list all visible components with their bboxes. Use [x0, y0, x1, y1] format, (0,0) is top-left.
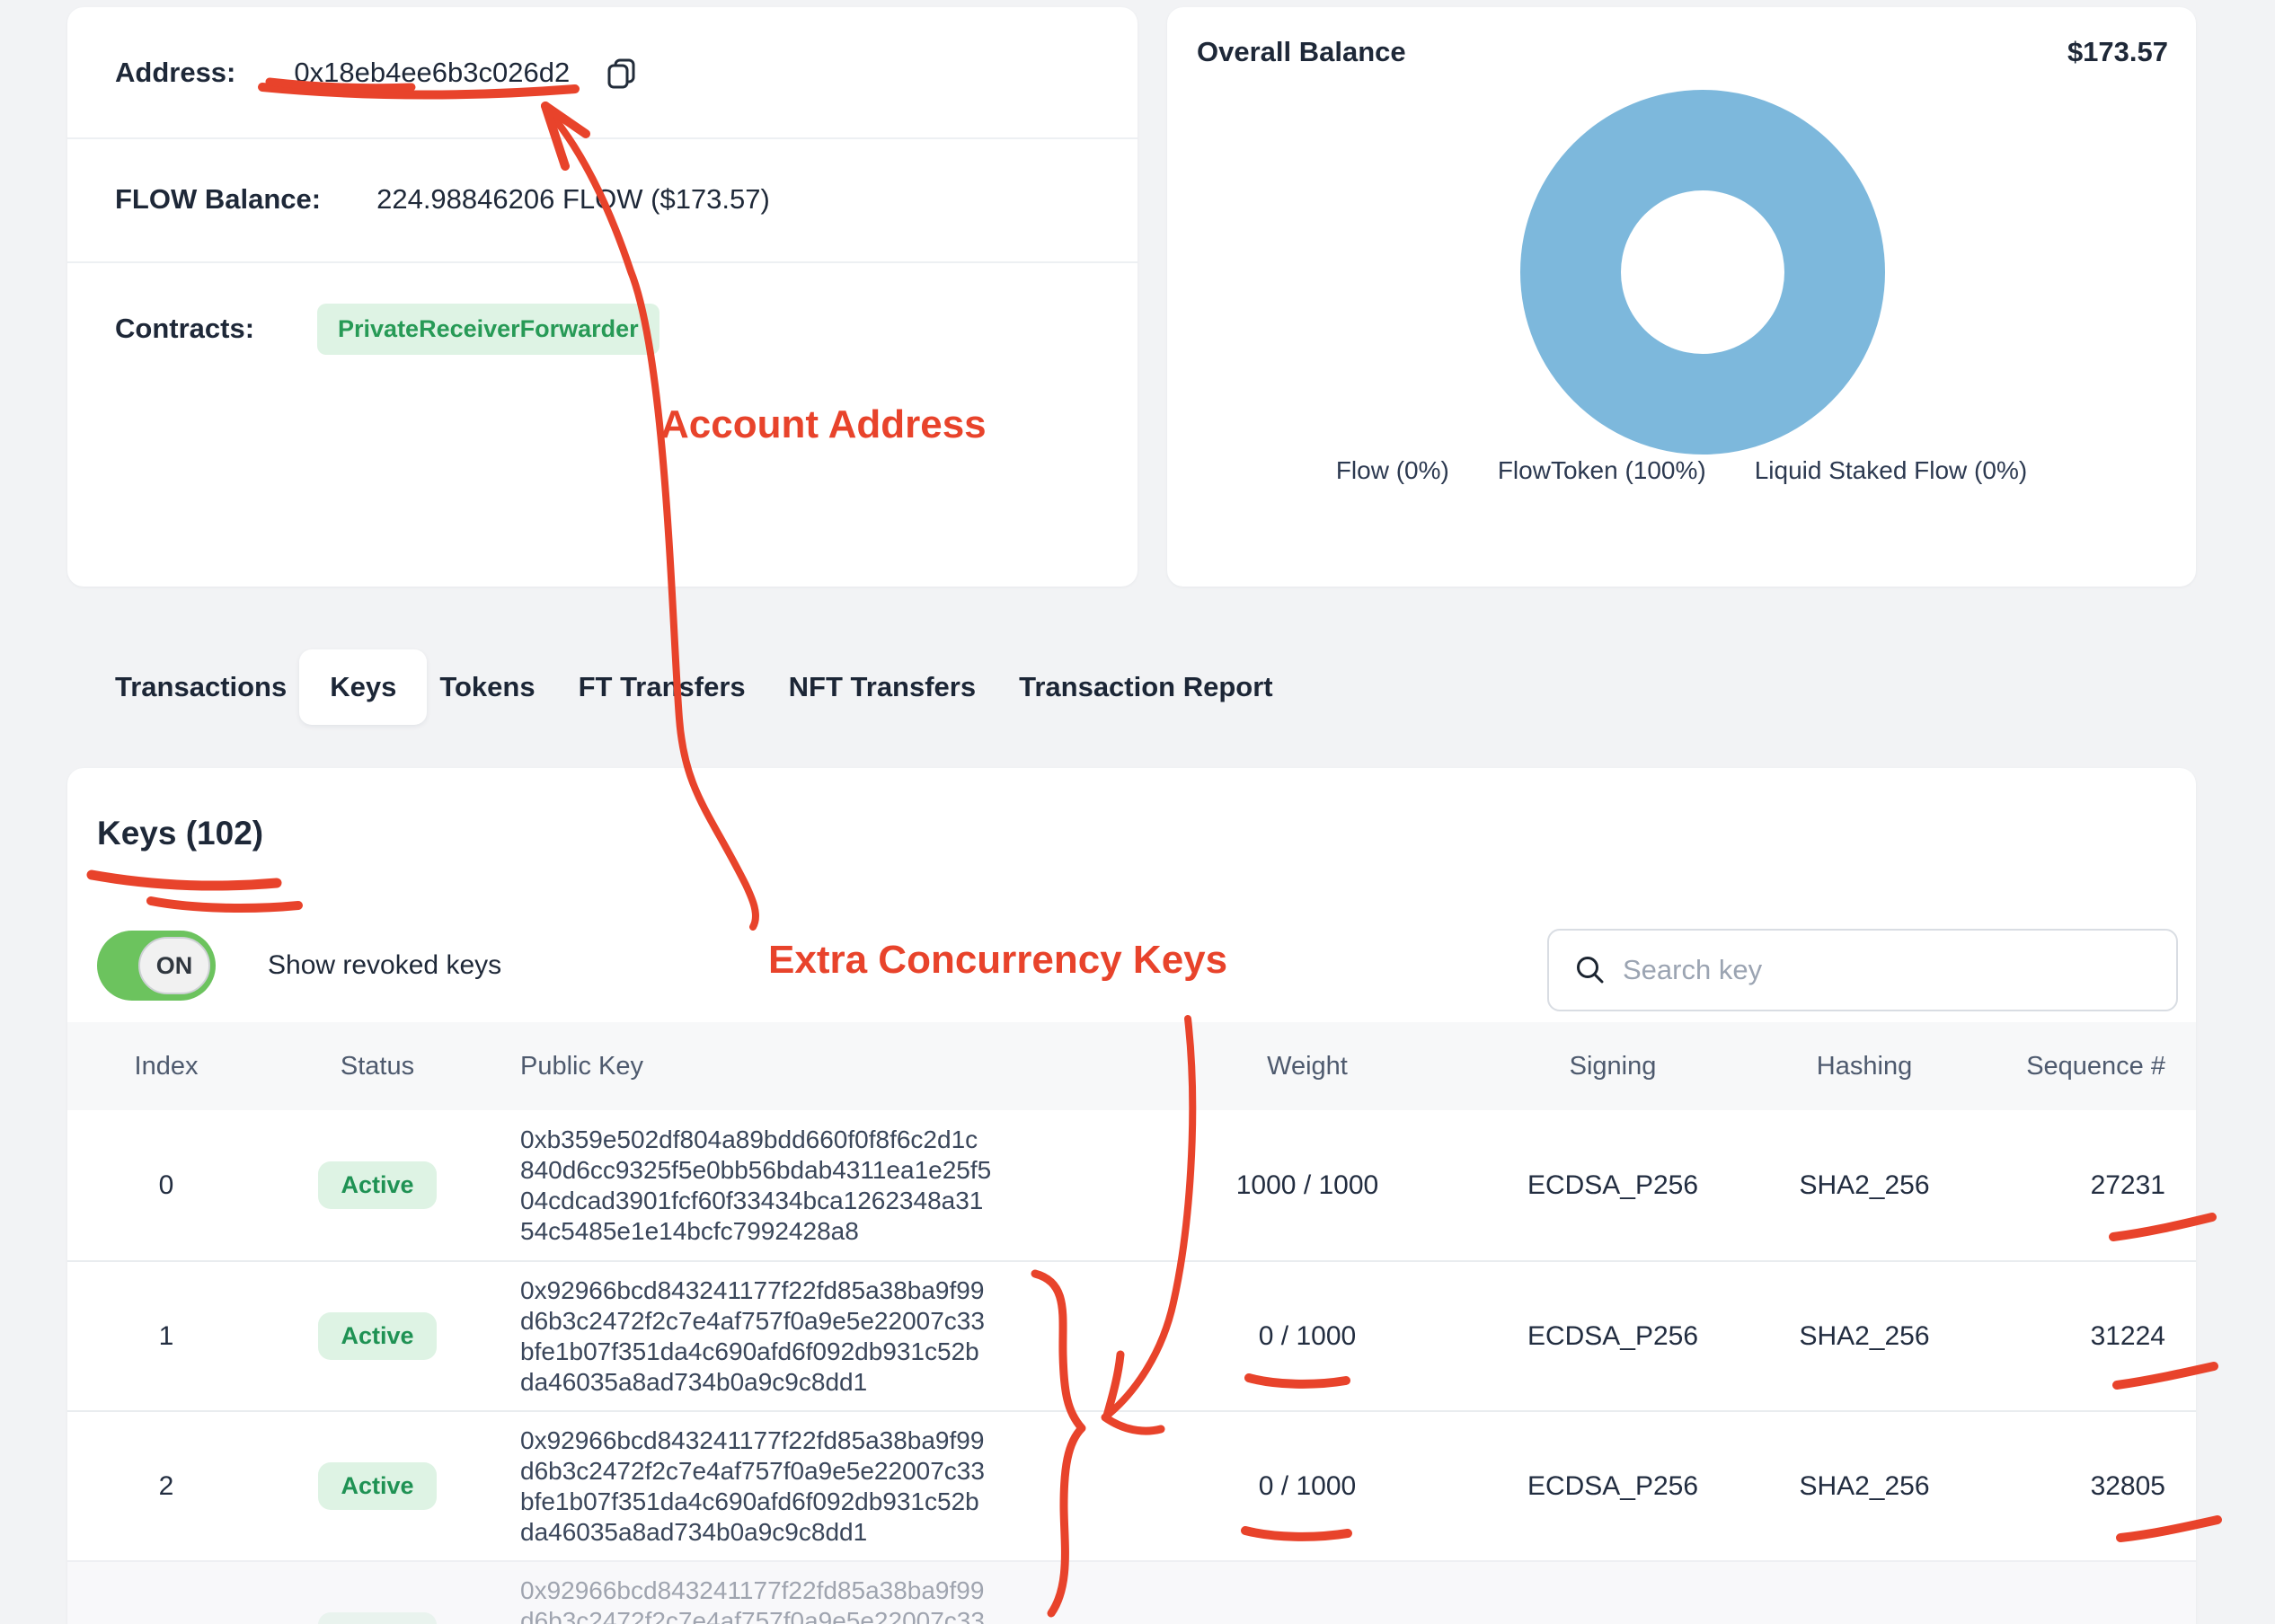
key-sequence: 27231 [2017, 1170, 2196, 1201]
key-status-cell: Active [265, 1312, 490, 1360]
status-badge: Active [318, 1612, 436, 1624]
balance-donut-chart [1520, 90, 1885, 455]
public-key-line: 04cdcad3901fcf60f33434bca1262348a31 [520, 1186, 1101, 1216]
status-badge: Active [318, 1312, 436, 1360]
address-label: Address: [115, 57, 235, 89]
public-key: 0xb359e502df804a89bdd660f0f8f6c2d1c840d6… [490, 1125, 1101, 1247]
copy-icon [604, 55, 640, 91]
key-weight: 0 / 1000 [1101, 1321, 1514, 1352]
tab-keys[interactable]: Keys [299, 649, 427, 725]
address-value: 0x18eb4ee6b3c026d2 [294, 57, 570, 89]
legend-item: FlowToken (100%) [1498, 456, 1706, 485]
key-status-cell: Active [265, 1161, 490, 1209]
donut-hole [1621, 190, 1784, 354]
flow-balance-label: FLOW Balance: [115, 183, 321, 216]
keys-table-header: Index Status Public Key Weight Signing H… [67, 1022, 2196, 1110]
tab-transactions[interactable]: Transactions [115, 671, 287, 703]
key-hashing: SHA2_256 [1712, 1471, 2017, 1502]
public-key-line: d6b3c2472f2c7e4af757f0a9e5e22007c33 [520, 1606, 1101, 1624]
tab-transaction-report[interactable]: Transaction Report [1019, 671, 1273, 703]
show-revoked-row: ON Show revoked keys [97, 930, 501, 1002]
show-revoked-label: Show revoked keys [268, 950, 501, 981]
key-hashing: SHA2_256 [1712, 1170, 2017, 1201]
annotation-extra-concurrency-keys: Extra Concurrency Keys [768, 938, 1227, 983]
keys-table-body: 0 Active 0xb359e502df804a89bdd660f0f8f6c2d… [67, 1110, 2196, 1624]
public-key-line: 0x92966bcd843241177f22fd85a38ba9f99 [520, 1275, 1101, 1306]
tab-nft-transfers[interactable]: NFT Transfers [789, 671, 976, 703]
key-sequence: 32805 [2017, 1471, 2196, 1502]
key-row: 1 Active 0x92966bcd843241177f22fd85a38ba9f… [67, 1260, 2196, 1410]
key-hashing: SHA2_256 [1712, 1321, 2017, 1352]
key-index: 2 [67, 1471, 265, 1502]
public-key: 0x92966bcd843241177f22fd85a38ba9f99d6b3c… [490, 1425, 1101, 1548]
col-status: Status [265, 1052, 490, 1081]
key-status-cell: Active [265, 1612, 490, 1624]
contracts-row: Contracts: PrivateReceiverForwarder [67, 261, 1138, 396]
key-search [1547, 929, 2178, 1011]
flow-balance-row: FLOW Balance: 224.98846206 FLOW ($173.57… [67, 137, 1138, 261]
public-key-line: da46035a8ad734b0a9c9c8dd1 [520, 1517, 1101, 1548]
legend-item: Flow (0%) [1336, 456, 1449, 485]
account-summary-card: Address: 0x18eb4ee6b3c026d2 FLOW Balance… [67, 7, 1138, 587]
col-sequence: Sequence # [2017, 1052, 2196, 1081]
col-hashing: Hashing [1712, 1052, 2017, 1081]
show-revoked-toggle[interactable]: ON [97, 931, 216, 1001]
public-key-line: 54c5485e1e14bcfc7992428a8 [520, 1216, 1101, 1247]
public-key: 0x92966bcd843241177f22fd85a38ba9f99d6b3c… [490, 1275, 1101, 1398]
key-signing: ECDSA_P256 [1514, 1321, 1712, 1352]
overall-balance-total: $173.57 [2067, 36, 2168, 68]
col-weight: Weight [1101, 1052, 1514, 1081]
status-badge: Active [318, 1161, 436, 1209]
key-signing: ECDSA_P256 [1514, 1471, 1712, 1502]
key-status-cell: Active [265, 1462, 490, 1510]
account-tabs: TransactionsKeysTokensFT TransfersNFT Tr… [115, 657, 1273, 718]
col-public-key: Public Key [490, 1052, 1101, 1081]
search-key-input[interactable] [1623, 954, 2126, 986]
toggle-knob: ON [138, 937, 210, 994]
key-row: Active 0x92966bcd843241177f22fd85a38ba9f9… [67, 1560, 2196, 1624]
key-weight: 0 / 1000 [1101, 1471, 1514, 1502]
account-page: Address: 0x18eb4ee6b3c026d2 FLOW Balance… [0, 0, 2275, 1624]
keys-table: Index Status Public Key Weight Signing H… [67, 1022, 2196, 1624]
key-index: 1 [67, 1321, 265, 1352]
keys-heading: Keys (102) [97, 815, 263, 852]
flow-balance-value: 224.98846206 FLOW ($173.57) [376, 183, 770, 216]
public-key-line: 0x92966bcd843241177f22fd85a38ba9f99 [520, 1425, 1101, 1456]
public-key-line: bfe1b07f351da4c690afd6f092db931c52b [520, 1337, 1101, 1367]
public-key: 0x92966bcd843241177f22fd85a38ba9f99d6b3c… [490, 1575, 1101, 1624]
public-key-line: 0xb359e502df804a89bdd660f0f8f6c2d1c [520, 1125, 1101, 1155]
public-key-line: 840d6cc9325f5e0bb56bdab4311ea1e25f5 [520, 1155, 1101, 1186]
public-key-line: bfe1b07f351da4c690afd6f092db931c52b [520, 1487, 1101, 1517]
contracts-label: Contracts: [115, 313, 254, 345]
search-icon [1574, 954, 1607, 986]
donut-legend: Flow (0%) FlowToken (100%) Liquid Staked F… [1167, 456, 2196, 485]
public-key-line: da46035a8ad734b0a9c9c8dd1 [520, 1367, 1101, 1398]
key-sequence: 31224 [2017, 1321, 2196, 1352]
tab-ft-transfers[interactable]: FT Transfers [579, 671, 746, 703]
annotation-account-address: Account Address [660, 402, 987, 447]
tab-tokens[interactable]: Tokens [439, 671, 535, 703]
key-row: 2 Active 0x92966bcd843241177f22fd85a38ba9f… [67, 1410, 2196, 1560]
key-weight: 1000 / 1000 [1101, 1170, 1514, 1201]
toggle-state-label: ON [156, 952, 193, 980]
overall-balance-title: Overall Balance [1197, 36, 1406, 68]
address-row: Address: 0x18eb4ee6b3c026d2 [67, 7, 1138, 137]
public-key-line: d6b3c2472f2c7e4af757f0a9e5e22007c33 [520, 1456, 1101, 1487]
legend-item: Liquid Staked Flow (0%) [1755, 456, 2027, 485]
key-row: 0 Active 0xb359e502df804a89bdd660f0f8f6c2d… [67, 1110, 2196, 1260]
col-signing: Signing [1514, 1052, 1712, 1081]
status-badge: Active [318, 1462, 436, 1510]
public-key-line: d6b3c2472f2c7e4af757f0a9e5e22007c33 [520, 1306, 1101, 1337]
public-key-line: 0x92966bcd843241177f22fd85a38ba9f99 [520, 1575, 1101, 1606]
col-index: Index [67, 1052, 265, 1081]
key-signing: ECDSA_P256 [1514, 1170, 1712, 1201]
copy-address-button[interactable] [604, 55, 640, 91]
keys-card: Keys (102) ON Show revoked keys Index St… [67, 768, 2196, 1624]
overall-balance-card: Overall Balance $173.57 Flow (0%) FlowTok… [1167, 7, 2196, 587]
contract-badge[interactable]: PrivateReceiverForwarder [317, 304, 659, 355]
key-index: 0 [67, 1170, 265, 1201]
